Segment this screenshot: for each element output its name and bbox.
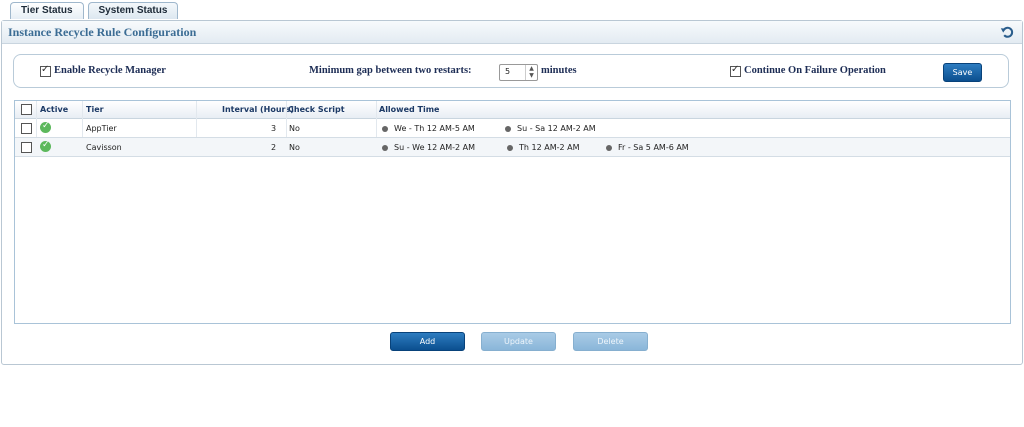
update-button[interactable]: Update — [481, 332, 556, 351]
panel-header: Instance Recycle Rule Configuration — [2, 21, 1022, 44]
save-button[interactable]: Save — [943, 63, 982, 82]
enable-recycle-label: Enable Recycle Manager — [54, 65, 166, 76]
recycle-config-panel: Instance Recycle Rule Configuration Enab… — [1, 20, 1023, 365]
min-gap-value: 5 — [505, 67, 511, 76]
bullet-icon — [606, 145, 612, 151]
allowed-time-entry: Su - Sa 12 AM-2 AM — [505, 124, 596, 133]
tab-system-status[interactable]: System Status — [87, 2, 179, 19]
col-tier: Tier — [86, 105, 104, 114]
continue-failure-checkbox[interactable] — [730, 64, 741, 77]
table-header: Active Tier Interval (Hours) Check Scrip… — [15, 101, 1010, 119]
allowed-time-entry: Fr - Sa 5 AM-6 AM — [606, 143, 689, 152]
bullet-icon — [382, 126, 388, 132]
allowed-time-text: Su - Sa 12 AM-2 AM — [517, 124, 596, 133]
spinner-arrows-icon[interactable]: ▲ ▼ — [525, 65, 537, 80]
row-checkbox[interactable] — [21, 142, 32, 153]
row-checkbox[interactable] — [21, 123, 32, 134]
min-gap-spinner[interactable]: 5 ▲ ▼ — [499, 64, 538, 81]
tab-bar: Tier Status System Status — [10, 2, 179, 20]
active-check-icon — [40, 140, 51, 152]
allowed-time-entry: We - Th 12 AM-5 AM — [382, 124, 475, 133]
allowed-time-entry: Su - We 12 AM-2 AM — [382, 143, 475, 152]
recycle-options: Enable Recycle Manager Minimum gap betwe… — [13, 54, 1009, 88]
allowed-time-entry: Th 12 AM-2 AM — [507, 143, 580, 152]
delete-button[interactable]: Delete — [573, 332, 648, 351]
allowed-time-text: We - Th 12 AM-5 AM — [394, 124, 475, 133]
bullet-icon — [505, 126, 511, 132]
continue-failure-label: Continue On Failure Operation — [744, 65, 886, 76]
cell-check-script: No — [289, 143, 300, 152]
col-active: Active — [40, 105, 69, 114]
cell-check-script: No — [289, 124, 300, 133]
refresh-icon[interactable] — [1000, 25, 1014, 39]
col-allowed-time: Allowed Time — [379, 105, 440, 114]
col-check-script: Check Script — [288, 105, 345, 114]
table-row[interactable]: AppTier 3 No We - Th 12 AM-5 AM Su - Sa … — [15, 119, 1010, 138]
allowed-time-text: Fr - Sa 5 AM-6 AM — [618, 143, 689, 152]
min-gap-unit: minutes — [541, 65, 577, 76]
active-check-icon — [40, 121, 51, 133]
allowed-time-text: Su - We 12 AM-2 AM — [394, 143, 476, 152]
page-title: Instance Recycle Rule Configuration — [8, 25, 197, 39]
select-all-checkbox[interactable] — [21, 104, 32, 115]
bullet-icon — [382, 145, 388, 151]
cell-tier: AppTier — [86, 124, 117, 133]
add-button[interactable]: Add — [390, 332, 465, 351]
recycle-rules-table: Active Tier Interval (Hours) Check Scrip… — [14, 100, 1011, 324]
bullet-icon — [507, 145, 513, 151]
col-interval: Interval (Hours) — [222, 105, 294, 114]
cell-interval: 2 — [271, 143, 277, 152]
cell-tier: Cavisson — [86, 143, 122, 152]
allowed-time-text: Th 12 AM-2 AM — [519, 143, 580, 152]
enable-recycle-checkbox[interactable] — [40, 64, 51, 77]
tab-tier-status[interactable]: Tier Status — [10, 2, 84, 19]
cell-interval: 3 — [271, 124, 277, 133]
table-row[interactable]: Cavisson 2 No Su - We 12 AM-2 AM Th 12 A… — [15, 138, 1010, 157]
min-gap-label: Minimum gap between two restarts: — [309, 65, 472, 76]
